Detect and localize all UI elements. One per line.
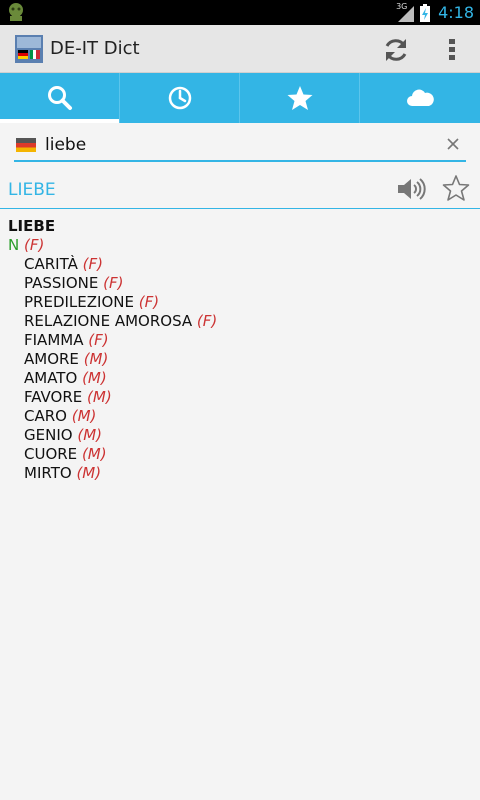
translation-gender: (M) xyxy=(87,388,112,406)
translation-item: CARO (M) xyxy=(8,407,468,426)
german-flag-icon[interactable] xyxy=(16,138,36,152)
translation-gender: (F) xyxy=(138,293,160,311)
app-title: DE-IT Dict xyxy=(50,38,140,59)
dictionary-entry: LIEBE N (F) CARITÀ (F) PASSIONE (F) PREDIL… xyxy=(8,217,468,483)
translation-gender: (M) xyxy=(83,350,109,368)
history-icon xyxy=(168,86,191,110)
translation-item: FIAMMA (F) xyxy=(8,331,468,350)
part-of-speech: N xyxy=(8,236,20,254)
translation-item: MIRTO (M) xyxy=(8,464,468,483)
translation-word: CARO xyxy=(24,407,67,425)
favorite-star-icon[interactable] xyxy=(442,174,470,202)
translation-item: PREDILEZIONE (F) xyxy=(8,293,468,312)
translation-gender: (M) xyxy=(77,426,102,444)
part-of-speech-line: N (F) xyxy=(8,236,468,255)
translation-gender: (M) xyxy=(82,369,107,387)
headword-row: LIEBE xyxy=(0,170,480,209)
translation-gender: (F) xyxy=(82,255,103,273)
battery-icon xyxy=(420,3,431,22)
translation-item: FAVORE (M) xyxy=(8,388,468,407)
translation-gender: (M) xyxy=(71,407,97,425)
clock: 4:18 xyxy=(438,3,474,22)
translation-word: CARITÀ xyxy=(24,255,78,273)
translation-list: CARITÀ (F) PASSIONE (F) PREDILEZIONE (F) RE… xyxy=(8,255,468,483)
search-input[interactable]: liebe xyxy=(45,135,86,155)
tab-cloud[interactable] xyxy=(360,73,480,123)
tab-history[interactable] xyxy=(120,73,240,123)
translation-word: GENIO xyxy=(24,426,73,444)
refresh-icon[interactable] xyxy=(380,34,412,66)
translation-word: RELAZIONE AMOROSA xyxy=(24,312,193,330)
translation-word: MIRTO xyxy=(24,464,72,482)
app-icon xyxy=(15,35,43,63)
search-icon xyxy=(47,86,72,110)
translation-word: PREDILEZIONE xyxy=(24,293,134,311)
star-icon xyxy=(287,86,312,110)
entry-gender: (F) xyxy=(24,236,45,254)
speaker-icon[interactable] xyxy=(396,176,426,202)
headword: LIEBE xyxy=(8,180,56,200)
tab-favorites[interactable] xyxy=(240,73,360,123)
search-field[interactable]: liebe xyxy=(14,130,466,162)
translation-word: PASSIONE xyxy=(24,274,99,292)
tab-bar xyxy=(0,73,480,123)
entry-title: LIEBE xyxy=(8,217,56,235)
translation-gender: (F) xyxy=(88,331,109,349)
translation-word: AMORE xyxy=(24,350,79,368)
translation-item: CUORE (M) xyxy=(8,445,468,464)
status-bar: 3G 4:18 xyxy=(0,0,480,25)
cloud-icon xyxy=(407,89,434,106)
translation-word: FIAMMA xyxy=(24,331,84,349)
action-bar: DE-IT Dict xyxy=(0,25,480,73)
tab-search[interactable] xyxy=(0,73,120,123)
clear-icon[interactable] xyxy=(446,137,460,151)
translation-gender: (F) xyxy=(196,312,218,330)
translation-word: FAVORE xyxy=(24,388,83,406)
translation-gender: (F) xyxy=(103,274,124,292)
translation-item: AMATO (M) xyxy=(8,369,468,388)
translation-item: AMORE (M) xyxy=(8,350,468,369)
translation-word: CUORE xyxy=(24,445,78,463)
overflow-menu-icon[interactable] xyxy=(440,35,464,65)
translation-item: GENIO (M) xyxy=(8,426,468,445)
translation-gender: (M) xyxy=(81,445,107,463)
translation-item: CARITÀ (F) xyxy=(8,255,468,274)
android-notification-icon xyxy=(9,3,23,21)
translation-word: AMATO xyxy=(24,369,78,387)
translation-item: PASSIONE (F) xyxy=(8,274,468,293)
signal-icon: 3G xyxy=(396,2,415,22)
translation-gender: (M) xyxy=(76,464,102,482)
translation-item: RELAZIONE AMOROSA (F) xyxy=(8,312,468,331)
